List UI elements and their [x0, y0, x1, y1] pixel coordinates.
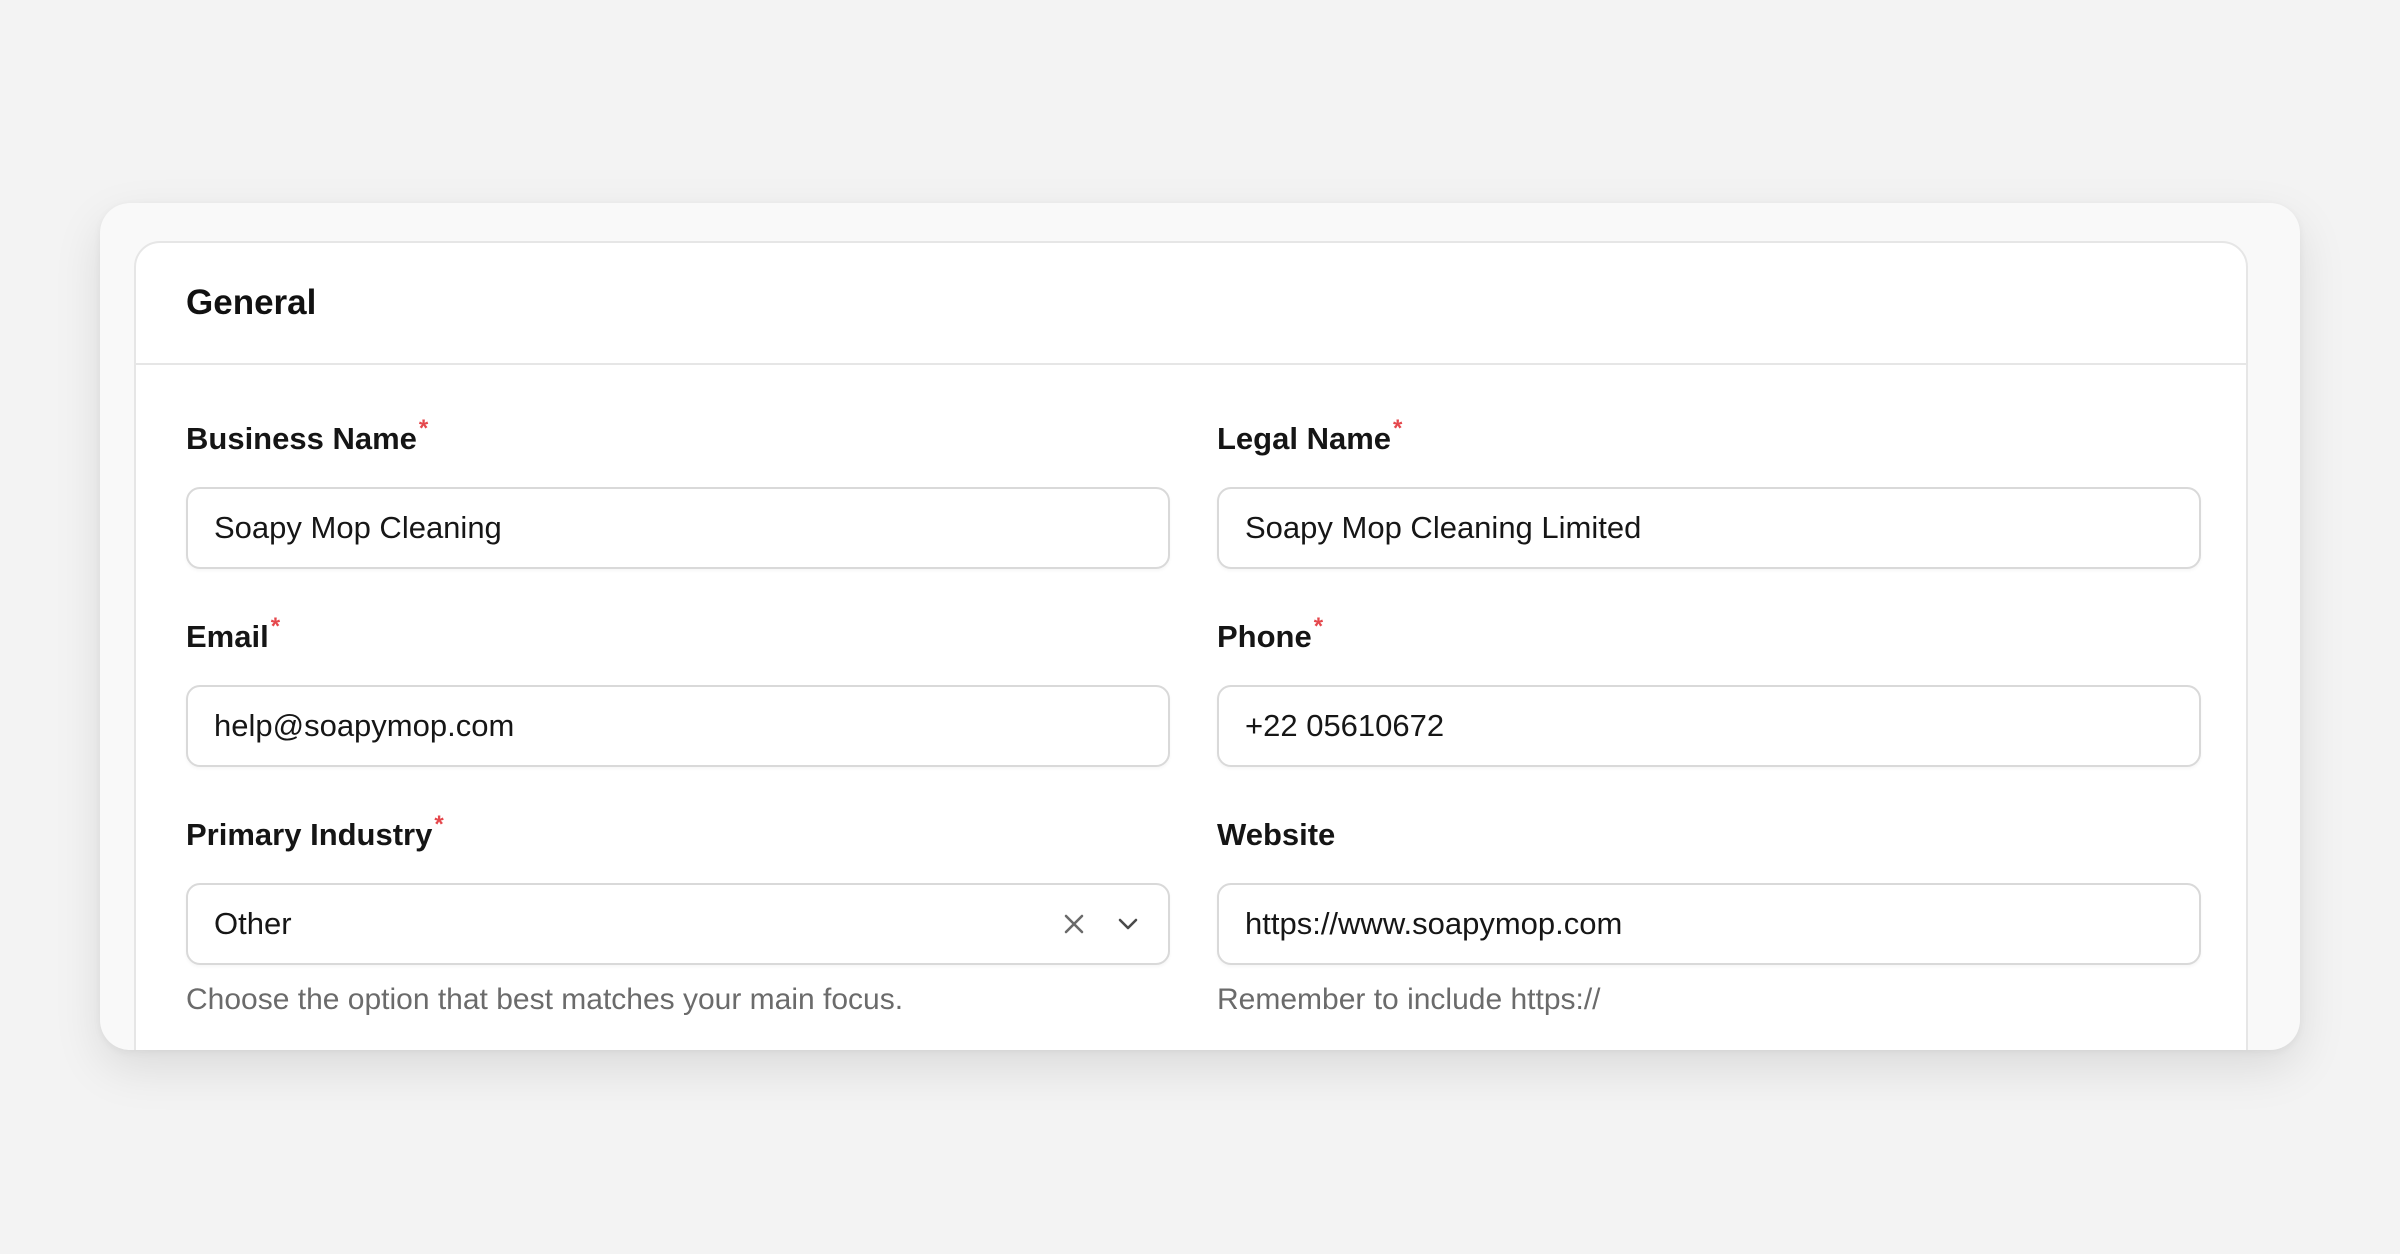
email-field: Email*: [186, 613, 1170, 767]
required-indicator: *: [1393, 415, 1403, 442]
required-indicator: *: [418, 415, 429, 442]
required-indicator: *: [270, 613, 281, 640]
section-title: General: [186, 283, 317, 322]
general-section-card: General Business Name* Legal Name* Email…: [134, 241, 2248, 1050]
legal-name-label: Legal Name: [1217, 421, 1392, 456]
website-label: Website: [1217, 817, 1336, 852]
email-input[interactable]: [186, 685, 1170, 767]
phone-field: Phone*: [1217, 613, 2201, 767]
legal-name-input[interactable]: [1217, 487, 2201, 569]
required-indicator: *: [1313, 613, 1324, 640]
close-icon[interactable]: [1058, 908, 1090, 940]
primary-industry-field: Primary Industry* Other Choose the optio…: [186, 811, 1170, 1017]
email-label: Email: [186, 619, 269, 654]
primary-industry-select[interactable]: Other: [186, 883, 1170, 965]
section-header: General: [136, 243, 2246, 365]
legal-name-field: Legal Name*: [1217, 415, 2201, 569]
primary-industry-help: Choose the option that best matches your…: [186, 983, 904, 1016]
website-help: Remember to include https://: [1217, 983, 1601, 1016]
business-name-field: Business Name*: [186, 415, 1170, 569]
phone-input[interactable]: [1217, 685, 2201, 767]
website-input[interactable]: [1217, 883, 2201, 965]
phone-label: Phone: [1217, 619, 1312, 654]
business-name-label: Business Name: [186, 421, 417, 456]
primary-industry-label: Primary Industry: [186, 817, 433, 852]
business-name-input[interactable]: [186, 487, 1170, 569]
required-indicator: *: [434, 811, 444, 838]
chevron-down-icon[interactable]: [1112, 908, 1144, 940]
settings-panel: General Business Name* Legal Name* Email…: [100, 203, 2300, 1050]
primary-industry-value: Other: [214, 906, 292, 941]
website-field: Website Remember to include https://: [1217, 813, 2201, 1017]
